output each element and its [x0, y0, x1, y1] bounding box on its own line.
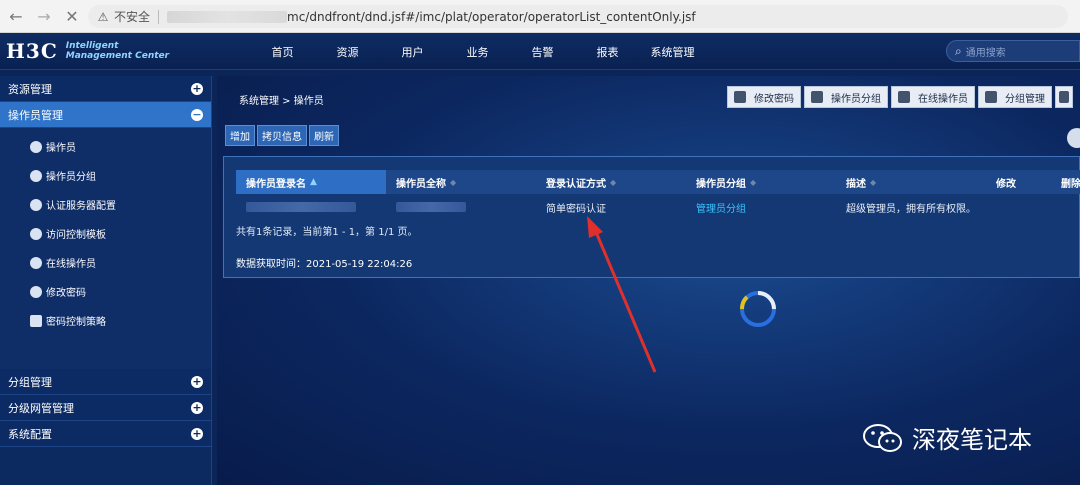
red-annotation-arrow: [587, 216, 657, 373]
wechat-watermark: 深夜笔记本: [862, 420, 1032, 455]
wechat-icon: [863, 423, 902, 452]
watermark-text: 深夜笔记本: [912, 426, 1032, 454]
